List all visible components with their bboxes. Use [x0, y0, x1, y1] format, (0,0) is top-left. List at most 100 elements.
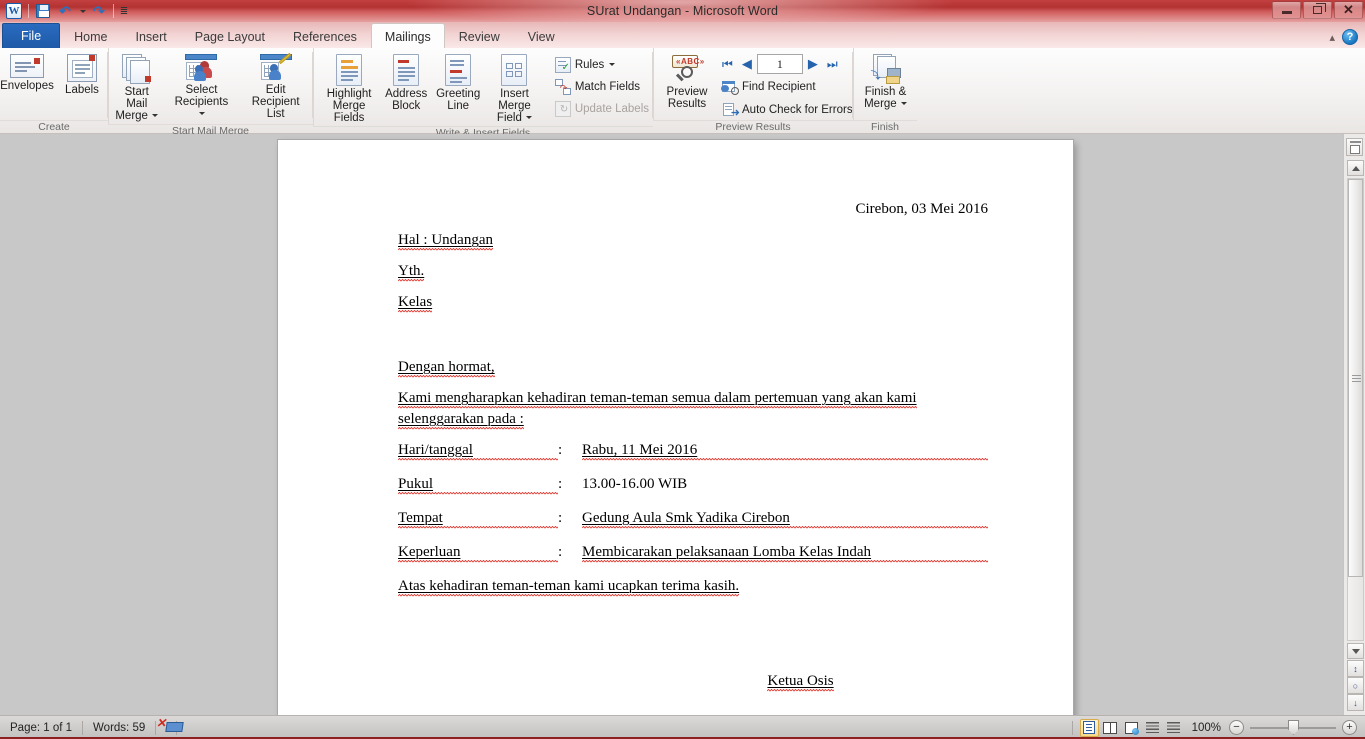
auto-check-for-errors-button[interactable]: ➜ Auto Check for Errors: [718, 99, 857, 120]
detail-row-keperluan: Keperluan : Membicarakan pelaksanaan Lom…: [398, 545, 988, 563]
tab-insert[interactable]: Insert: [122, 23, 181, 48]
draft-icon: [1166, 722, 1180, 733]
status-bar-right: 100% − +: [1071, 718, 1365, 737]
insert-merge-field-icon: [501, 54, 528, 86]
qat-divider-2: [113, 4, 114, 18]
find-recipient-button[interactable]: Find Recipient: [718, 76, 857, 97]
tab-view[interactable]: View: [514, 23, 569, 48]
zoom-out-button[interactable]: −: [1229, 720, 1244, 735]
edit-recipient-list-button[interactable]: Edit Recipient List: [238, 52, 313, 122]
last-record-button[interactable]: ⏭: [823, 54, 842, 74]
outline-view-button[interactable]: [1143, 719, 1162, 737]
record-number-input[interactable]: 1: [756, 54, 803, 74]
web-layout-view-button[interactable]: [1122, 719, 1141, 737]
detail-value: Rabu, 11 Mei 2016: [582, 443, 988, 461]
undo-button[interactable]: ↶: [54, 2, 76, 21]
match-fields-button[interactable]: ↷ Match Fields: [551, 76, 653, 97]
highlight-merge-fields-button[interactable]: Highlight Merge Fields: [318, 52, 380, 126]
greeting-line-button[interactable]: Greeting Line: [432, 52, 484, 114]
zoom-in-button[interactable]: +: [1342, 720, 1357, 735]
save-icon: [36, 4, 50, 18]
tab-page-layout[interactable]: Page Layout: [181, 23, 279, 48]
scrollbar-thumb[interactable]: [1348, 179, 1363, 577]
draft-view-button[interactable]: [1164, 719, 1183, 737]
insert-merge-field-button[interactable]: Insert Merge Field: [484, 52, 545, 126]
first-record-button[interactable]: ⏮: [718, 54, 737, 74]
next-page-button[interactable]: ↓: [1347, 694, 1364, 711]
tab-home[interactable]: Home: [60, 23, 121, 48]
address-block-button[interactable]: Address Block: [380, 52, 432, 114]
tab-references[interactable]: References: [279, 23, 371, 48]
scroll-down-button[interactable]: [1347, 643, 1364, 659]
scroll-up-button[interactable]: [1347, 160, 1364, 176]
zoom-slider-thumb[interactable]: [1288, 720, 1299, 735]
start-mail-merge-button[interactable]: Start Mail Merge: [109, 52, 165, 124]
select-recipients-button[interactable]: Select Recipients: [167, 52, 237, 122]
greeting-line-label-1: Greeting: [436, 88, 481, 100]
zoom-level[interactable]: 100%: [1184, 722, 1229, 734]
undo-dropdown[interactable]: [76, 2, 88, 21]
address-block-label-1: Address: [385, 88, 428, 100]
previous-record-button[interactable]: ◀: [738, 54, 756, 74]
select-recipients-label-1: Select: [185, 84, 218, 96]
labels-icon: [67, 54, 97, 82]
finish-merge-icon: ⤵: [871, 54, 901, 84]
document-text[interactable]: Cirebon, 03 Mei 2016 Hal : Undangan Yth.…: [398, 202, 988, 705]
zoom-slider[interactable]: [1250, 720, 1336, 735]
chevron-down-icon: [198, 112, 205, 116]
restore-button[interactable]: [1303, 1, 1332, 19]
word-app-button[interactable]: W: [3, 2, 25, 21]
tab-mailings[interactable]: Mailings: [370, 23, 445, 48]
tab-file[interactable]: File: [2, 23, 61, 48]
redo-icon: ↷: [93, 3, 105, 19]
close-button[interactable]: ✕: [1334, 1, 1363, 19]
full-screen-reading-view-button[interactable]: [1101, 719, 1120, 737]
envelope-icon: [10, 54, 44, 78]
customize-quick-access-button[interactable]: ≣: [117, 2, 131, 21]
update-labels-button: ↻ Update Labels: [551, 98, 653, 119]
minimize-button[interactable]: [1272, 1, 1301, 19]
group-title-create: Create: [0, 120, 108, 134]
preview-results-button[interactable]: «ABC» Preview Results: [658, 52, 716, 112]
body-line-1: Kami mengharapkan kehadiran teman-teman …: [398, 390, 988, 409]
rules-button[interactable]: ✓ Rules: [551, 54, 653, 75]
ribbon: Envelopes Labels Create Start Mail Merge…: [0, 48, 1365, 139]
date-line: Cirebon, 03 Mei 2016: [855, 201, 989, 217]
envelopes-button[interactable]: Envelopes: [0, 52, 54, 94]
finish-and-merge-button[interactable]: ⤵ Finish & Merge: [859, 52, 912, 112]
chevron-down-icon: [152, 114, 159, 118]
status-divider-4: [1071, 720, 1073, 735]
start-mail-merge-icon: [121, 54, 152, 84]
detail-row-pukul: Pukul : 13.00-16.00 WIB: [398, 477, 988, 495]
close-icon: ✕: [1343, 2, 1354, 17]
vertical-scroll-rail: ↕ ○ ↓: [1343, 134, 1365, 715]
recipient-class: Kelas: [398, 294, 988, 313]
minimize-ribbon-icon[interactable]: ▴: [1329, 31, 1335, 44]
detail-colon: :: [558, 544, 563, 560]
grip-icon: [1352, 374, 1361, 382]
labels-button[interactable]: Labels: [56, 52, 108, 98]
tab-review[interactable]: Review: [445, 23, 514, 48]
previous-page-button[interactable]: ↕: [1347, 660, 1364, 677]
select-browse-object-button[interactable]: ○: [1347, 677, 1364, 694]
detail-value: Membicarakan pelaksanaan Lomba Kelas Ind…: [582, 545, 988, 563]
document-page[interactable]: Cirebon, 03 Mei 2016 Hal : Undangan Yth.…: [278, 140, 1073, 720]
chevron-down-icon: [900, 102, 907, 106]
reading-view-icon: [1103, 721, 1118, 734]
ribbon-group-write-insert-fields: Highlight Merge Fields Address Block Gre…: [313, 48, 653, 139]
print-layout-view-button[interactable]: [1079, 718, 1099, 737]
group-title-finish: Finish: [853, 120, 917, 134]
preview-results-label-2: Results: [667, 98, 707, 110]
edit-recipient-list-label-2: Recipient List: [251, 96, 300, 120]
save-button[interactable]: [32, 2, 54, 21]
detail-colon: :: [558, 510, 563, 526]
scrollbar-track[interactable]: [1347, 178, 1364, 641]
view-ruler-button[interactable]: [1346, 138, 1363, 156]
help-button[interactable]: ?: [1342, 29, 1358, 45]
next-record-button[interactable]: ▶: [804, 54, 822, 74]
redo-button[interactable]: ↷: [88, 2, 110, 21]
proofing-status-button[interactable]: ✕: [156, 717, 184, 738]
page-indicator[interactable]: Page: 1 of 1: [0, 718, 82, 738]
customize-icon: ≣: [119, 5, 129, 17]
word-count[interactable]: Words: 59: [83, 718, 155, 738]
